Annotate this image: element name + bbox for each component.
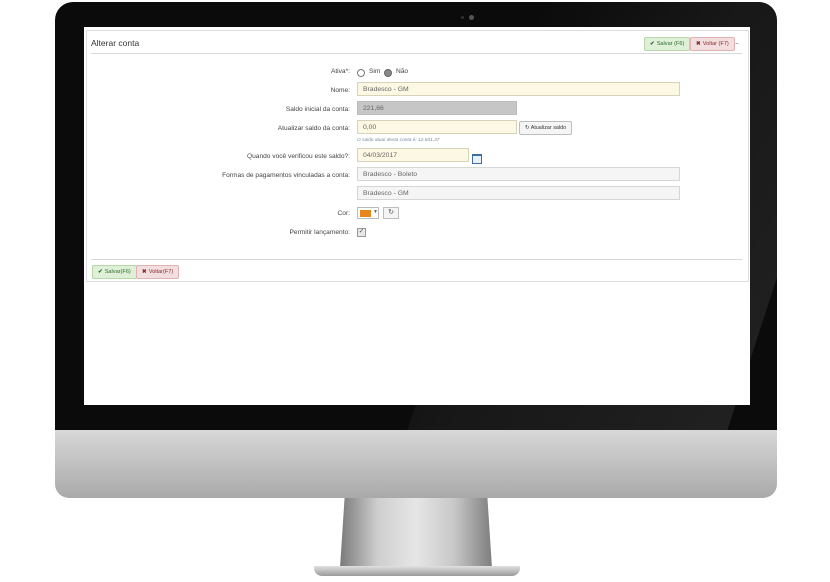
verificado-date-input[interactable]: 04/03/2017 [357, 148, 469, 162]
nome-input[interactable]: Bradesco - GM [357, 82, 680, 96]
color-swatch [360, 210, 371, 217]
calendar-icon[interactable] [472, 154, 482, 164]
check-icon: ✔ [650, 41, 655, 47]
saldo-inicial-input: 221,66 [357, 101, 517, 115]
monitor-base [314, 566, 520, 576]
formas-pagamento-label: Formas de pagamentos vinculadas a conta: [222, 172, 350, 179]
saldo-atual-hint: O saldo atual desta conta é: 12.831,37 [357, 138, 440, 143]
screen: Alterar conta ✔ Salvar (F6) ✖ Voltar (F7) … [84, 27, 750, 405]
page-title: Alterar conta [91, 38, 140, 48]
ativa-nao-radio[interactable] [384, 69, 392, 77]
forma-pagamento-item[interactable]: Bradesco - GM [357, 186, 680, 200]
back-label: Voltar (F7) [702, 41, 729, 47]
ativa-nao-label: Não [396, 68, 409, 75]
ativa-sim-radio[interactable] [357, 69, 365, 77]
ativa-sim-label: Sim [369, 68, 381, 75]
divider [91, 53, 742, 54]
back-button-top[interactable]: ✖ Voltar (F7) [690, 37, 735, 51]
back-button-bottom[interactable]: ✖ Voltar(F7) [136, 265, 180, 279]
back-label: Voltar(F7) [148, 269, 174, 275]
edit-account-panel: Alterar conta ✔ Salvar (F6) ✖ Voltar (F7) … [86, 30, 749, 282]
nome-label: Nome: [330, 87, 350, 94]
atualizar-saldo-input[interactable]: 0,00 [357, 120, 517, 134]
reset-color-button[interactable]: ↻ [383, 207, 399, 219]
cor-label: Cor: [337, 210, 350, 217]
ativa-label: Ativa*: [330, 68, 350, 75]
permitir-checkbox[interactable]: ✓ [357, 228, 366, 237]
atualizar-saldo-button-label: Atualizar saldo [530, 125, 567, 131]
more-icon[interactable]: ... [735, 39, 739, 46]
save-button-bottom[interactable]: ✔ Salvar(F6) [92, 265, 137, 279]
monitor-chin [55, 430, 777, 498]
check-icon: ✔ [98, 269, 103, 275]
save-label: Salvar(F6) [104, 269, 131, 275]
color-picker[interactable]: ▼ [357, 207, 379, 219]
atualizar-saldo-label: Atualizar saldo da conta: [277, 125, 350, 132]
close-icon: ✖ [696, 41, 701, 47]
refresh-icon: ↻ [388, 209, 394, 216]
divider [91, 259, 742, 260]
forma-pagamento-item[interactable]: Bradesco - Boleto [357, 167, 680, 181]
save-label: Salvar (F6) [656, 41, 685, 47]
saldo-inicial-label: Saldo inicial da conta: [285, 106, 350, 113]
sensor-dot [461, 16, 464, 19]
camera [469, 15, 474, 20]
monitor-stand [340, 498, 492, 568]
close-icon: ✖ [142, 269, 147, 275]
check-icon: ✓ [358, 228, 365, 235]
save-button-top[interactable]: ✔ Salvar (F6) [644, 37, 691, 51]
verificado-label: Quando você verificou este saldo?: [247, 153, 350, 160]
permitir-label: Permitir lançamento: [289, 229, 350, 236]
atualizar-saldo-button[interactable]: ↻ Atualizar saldo [519, 121, 573, 135]
chevron-down-icon: ▼ [373, 209, 378, 215]
